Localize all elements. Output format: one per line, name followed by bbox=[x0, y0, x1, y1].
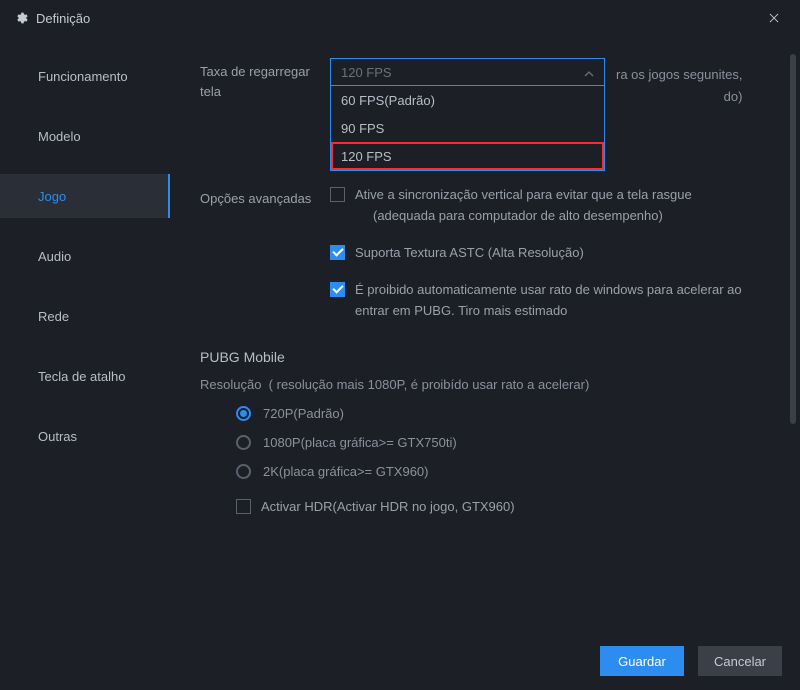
vsync-label: Ative a sincronização vertical para evit… bbox=[355, 185, 692, 227]
radio-label: 720P(Padrão) bbox=[263, 406, 344, 421]
close-button[interactable] bbox=[762, 6, 786, 30]
chevron-up-icon bbox=[584, 65, 594, 80]
titlebar: Definição bbox=[0, 0, 800, 36]
sidebar-item-modelo[interactable]: Modelo bbox=[0, 114, 170, 158]
sidebar-item-audio[interactable]: Audio bbox=[0, 234, 170, 278]
sidebar-item-tecla-de-atalho[interactable]: Tecla de atalho bbox=[0, 354, 170, 398]
refresh-rate-dropdown: 60 FPS(Padrão) 90 FPS 120 FPS bbox=[330, 86, 605, 171]
footer: Guardar Cancelar bbox=[600, 646, 782, 676]
sidebar-item-funcionamento[interactable]: Funcionamento bbox=[0, 54, 170, 98]
mouse-accel-option[interactable]: É proibido automaticamente usar rato de … bbox=[330, 280, 770, 322]
resolution-option-720p[interactable]: 720P(Padrão) bbox=[200, 406, 770, 421]
astc-option[interactable]: Suporta Textura ASTC (Alta Resolução) bbox=[330, 243, 770, 264]
radio-label: 1080P(placa gráfica>= GTX750ti) bbox=[263, 435, 457, 450]
sidebar-item-label: Outras bbox=[38, 429, 77, 444]
sidebar-item-rede[interactable]: Rede bbox=[0, 294, 170, 338]
sidebar-item-outras[interactable]: Outras bbox=[0, 414, 170, 458]
save-button[interactable]: Guardar bbox=[600, 646, 684, 676]
sidebar-item-label: Audio bbox=[38, 249, 71, 264]
advanced-options-label: Opções avançadas bbox=[200, 185, 330, 337]
cancel-button[interactable]: Cancelar bbox=[698, 646, 782, 676]
resolution-label: Resolução ( resolução mais 1080P, é proi… bbox=[200, 377, 770, 392]
refresh-rate-desc: ra os jogos segunites, do) bbox=[616, 64, 742, 108]
sidebar-item-label: Funcionamento bbox=[38, 69, 128, 84]
radio-icon[interactable] bbox=[236, 464, 251, 479]
pubg-section-title: PUBG Mobile bbox=[200, 349, 770, 365]
sidebar-item-label: Rede bbox=[38, 309, 69, 324]
astc-label: Suporta Textura ASTC (Alta Resolução) bbox=[355, 243, 584, 264]
window-title: Definição bbox=[36, 11, 762, 26]
dropdown-option-120fps[interactable]: 120 FPS bbox=[331, 142, 604, 170]
resolution-option-2k[interactable]: 2K(placa gráfica>= GTX960) bbox=[200, 464, 770, 479]
radio-icon[interactable] bbox=[236, 406, 251, 421]
scrollbar-thumb[interactable] bbox=[790, 54, 796, 424]
resolution-option-1080p[interactable]: 1080P(placa gráfica>= GTX750ti) bbox=[200, 435, 770, 450]
checkbox-icon[interactable] bbox=[236, 499, 251, 514]
select-value: 120 FPS bbox=[341, 65, 392, 80]
checkbox-icon[interactable] bbox=[330, 245, 345, 260]
vsync-option[interactable]: Ative a sincronização vertical para evit… bbox=[330, 185, 770, 227]
sidebar-item-jogo[interactable]: Jogo bbox=[0, 174, 170, 218]
hdr-label: Activar HDR(Activar HDR no jogo, GTX960) bbox=[261, 497, 515, 518]
gear-icon bbox=[14, 11, 28, 25]
dropdown-option-60fps[interactable]: 60 FPS(Padrão) bbox=[331, 86, 604, 114]
radio-icon[interactable] bbox=[236, 435, 251, 450]
checkbox-icon[interactable] bbox=[330, 187, 345, 202]
mouse-accel-label: É proibido automaticamente usar rato de … bbox=[355, 280, 770, 322]
refresh-rate-label: Taxa de regarregar tela bbox=[200, 58, 330, 171]
sidebar-item-label: Modelo bbox=[38, 129, 81, 144]
content-pane: Taxa de regarregar tela 120 FPS 60 FPS(P… bbox=[170, 36, 800, 636]
hdr-option[interactable]: Activar HDR(Activar HDR no jogo, GTX960) bbox=[200, 497, 770, 518]
radio-label: 2K(placa gráfica>= GTX960) bbox=[263, 464, 428, 479]
sidebar-item-label: Jogo bbox=[38, 189, 66, 204]
scrollbar[interactable] bbox=[790, 54, 796, 614]
checkbox-icon[interactable] bbox=[330, 282, 345, 297]
dropdown-option-90fps[interactable]: 90 FPS bbox=[331, 114, 604, 142]
refresh-rate-select[interactable]: 120 FPS 60 FPS(Padrão) 90 FPS 120 FPS bbox=[330, 58, 605, 86]
sidebar: Funcionamento Modelo Jogo Audio Rede Tec… bbox=[0, 36, 170, 636]
sidebar-item-label: Tecla de atalho bbox=[38, 369, 125, 384]
